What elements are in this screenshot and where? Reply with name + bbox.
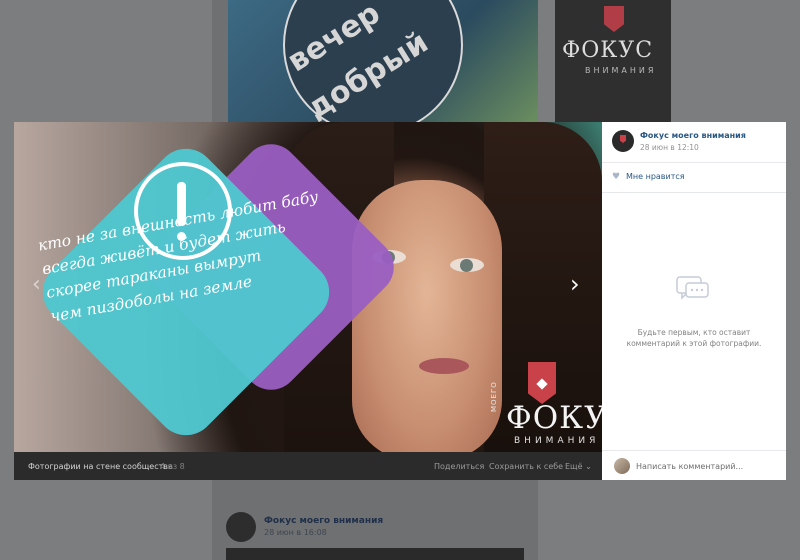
brand-logo-text: ФОКУС bbox=[506, 400, 602, 436]
background-brand-subtitle: ВНИМАНИЯ bbox=[585, 66, 657, 75]
share-button[interactable]: Поделиться bbox=[434, 462, 484, 471]
divider bbox=[602, 192, 786, 193]
divider bbox=[602, 162, 786, 163]
background-post-photo bbox=[226, 548, 524, 560]
heart-icon[interactable]: ♥ bbox=[612, 172, 620, 182]
background-brand-logo: ФОКУС bbox=[562, 38, 654, 63]
comment-input[interactable] bbox=[636, 458, 776, 474]
more-button[interactable]: Ещё ⌄ bbox=[565, 462, 592, 471]
avatar[interactable] bbox=[612, 130, 634, 152]
avatar bbox=[614, 458, 630, 474]
like-button[interactable]: Мне нравится bbox=[626, 172, 685, 181]
photo-date[interactable]: 28 июн в 12:10 bbox=[640, 143, 699, 152]
background-post-avatar bbox=[226, 512, 256, 542]
divider bbox=[602, 450, 786, 451]
brand-vertical-text: МОЕГО bbox=[490, 381, 498, 412]
chevron-right-icon[interactable]: › bbox=[570, 270, 580, 298]
background-post-date: 28 июн в 16:08 bbox=[264, 528, 327, 537]
photo-viewer: кто не за внешность любит бабу всегда жи… bbox=[14, 122, 786, 480]
album-title-link[interactable]: Фотографии на стене сообщества bbox=[28, 462, 173, 471]
comments-empty-icon bbox=[676, 276, 709, 300]
save-button[interactable]: Сохранить к себе bbox=[489, 462, 563, 471]
photo-counter: 4 из 8 bbox=[160, 462, 185, 471]
photo[interactable]: кто не за внешность любит бабу всегда жи… bbox=[14, 122, 602, 452]
photo-sidebar: Фокус моего внимания 28 июн в 12:10 ♥ Мн… bbox=[602, 122, 786, 480]
background-post-author: Фокус моего внимания bbox=[264, 516, 384, 526]
author-link[interactable]: Фокус моего внимания bbox=[640, 131, 746, 140]
empty-comments-text: Будьте первым, кто оставит комментарий к… bbox=[626, 328, 762, 348]
photo-eye-right bbox=[450, 258, 484, 272]
photo-bottom-bar: Фотографии на стене сообщества 4 из 8 По… bbox=[14, 452, 602, 480]
brand-subtitle: ВНИМАНИЯ bbox=[514, 436, 600, 446]
more-label: Ещё bbox=[565, 462, 583, 471]
photo-lips bbox=[419, 358, 469, 374]
chevron-down-icon: ⌄ bbox=[585, 462, 592, 471]
photo-face bbox=[352, 180, 502, 452]
chevron-left-icon[interactable]: ‹ bbox=[32, 272, 41, 297]
